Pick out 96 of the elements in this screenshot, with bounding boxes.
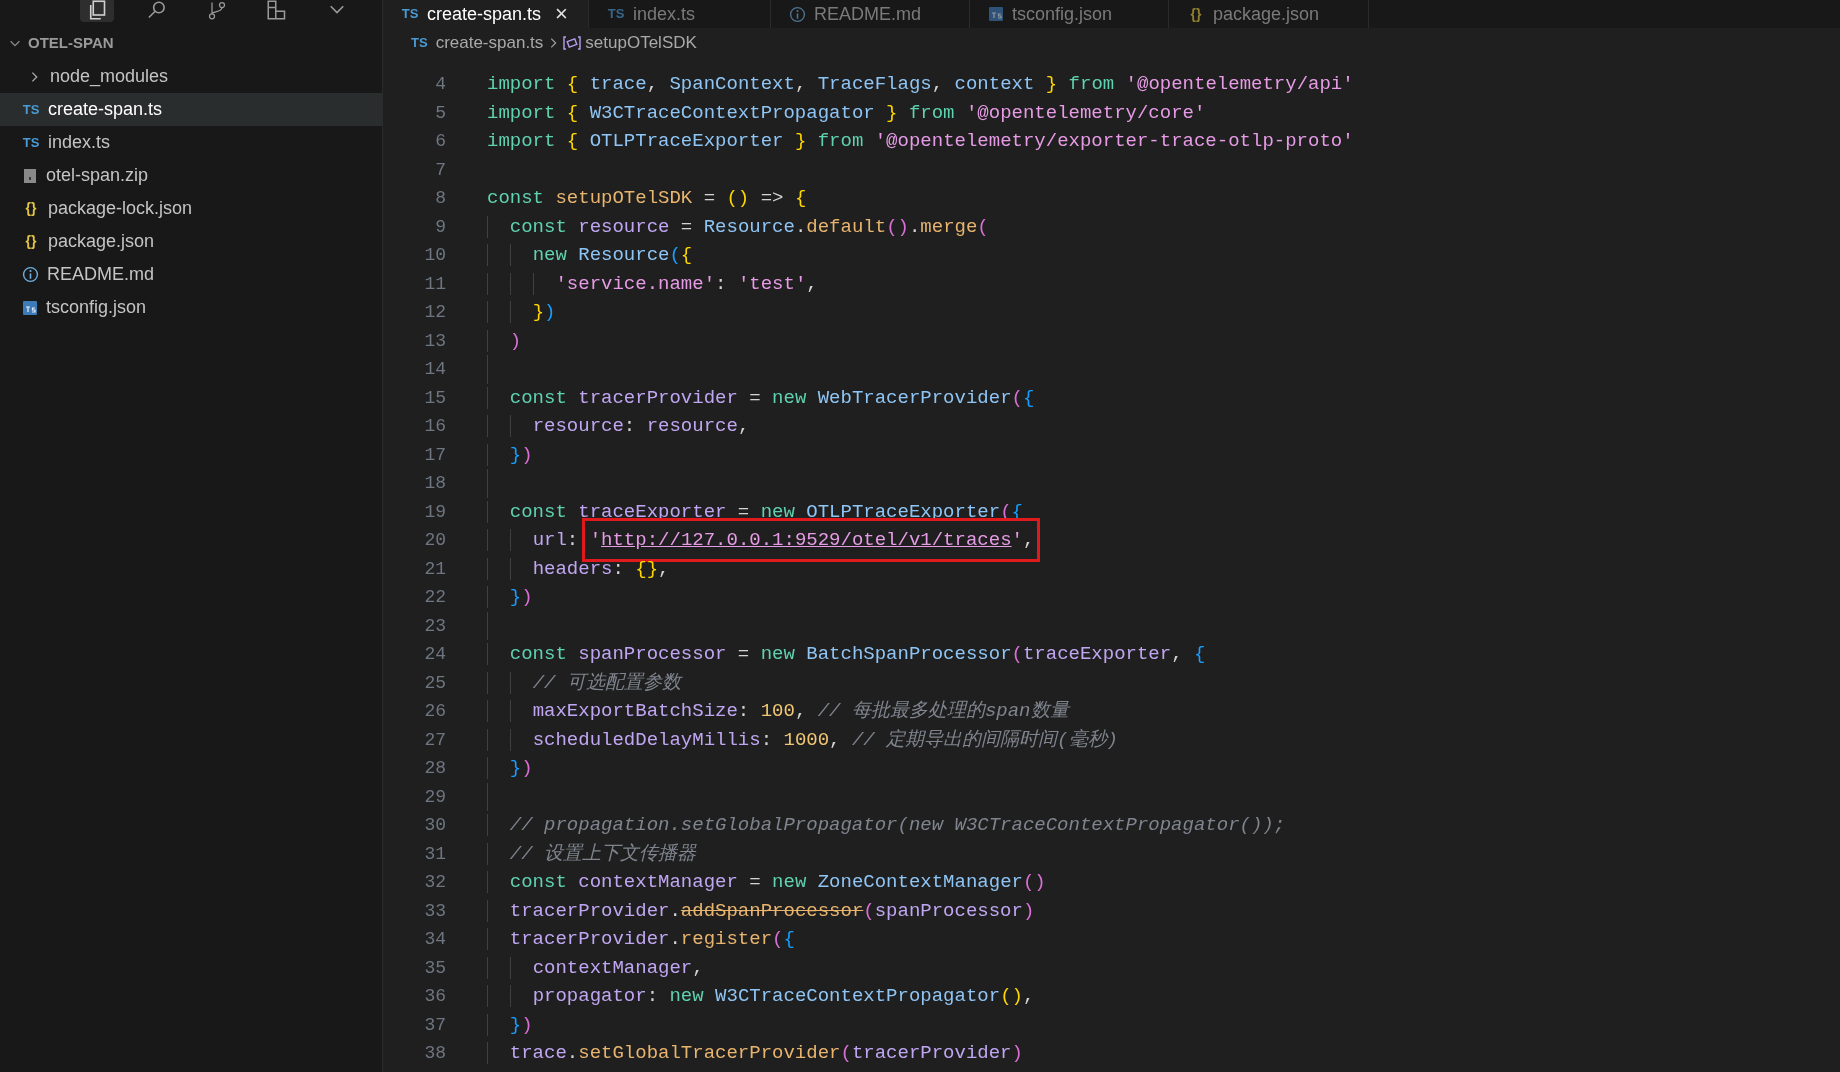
line-number: 11	[423, 272, 446, 296]
code-line: contextManager,	[487, 956, 704, 979]
json-icon: {}	[22, 231, 40, 252]
line-number: 36	[423, 985, 446, 1008]
config-file-icon	[988, 6, 1004, 22]
archive-icon	[22, 167, 38, 184]
info-icon	[789, 5, 806, 23]
typescript-icon: TS	[411, 33, 428, 53]
json-icon: {}	[22, 198, 40, 219]
code-line: // 可选配置参数	[487, 671, 681, 694]
toolbar-button[interactable]	[80, 0, 114, 22]
line-number: 25	[423, 671, 446, 695]
line-number: 22	[423, 586, 446, 609]
config-file-icon	[22, 299, 38, 316]
line-number: 10	[423, 244, 446, 267]
line-number: 17	[423, 443, 446, 467]
code-line: propagator: new W3CTraceContextPropagator(),	[487, 985, 1035, 1007]
line-number: 24	[423, 643, 446, 666]
info-icon	[22, 266, 39, 283]
line-number: 6	[434, 130, 446, 153]
line-number: 33	[423, 899, 446, 923]
line-number: 35	[423, 956, 446, 980]
code-line: new Resource({	[487, 244, 693, 266]
typescript-icon: TS	[22, 132, 40, 153]
file-item[interactable]: node_modules	[0, 60, 382, 93]
code-line: })	[487, 301, 556, 323]
code-line: const contextManager = new ZoneContextManager()	[487, 871, 1046, 893]
line-number: 21	[423, 557, 446, 581]
file-item[interactable]: {} package-lock.json	[0, 192, 382, 225]
file-item[interactable]: README.md	[0, 258, 382, 291]
line-number: 4	[434, 73, 446, 96]
line-number: 5	[434, 101, 446, 125]
symbol-icon	[563, 35, 582, 51]
line-number: 29	[423, 785, 446, 809]
line-number: 7	[434, 158, 446, 182]
line-number: 16	[423, 415, 446, 438]
code-line: resource: resource,	[487, 415, 750, 437]
code-line: import { W3CTraceContextPropagator } from '@opentelemetry/core'	[487, 101, 1206, 124]
line-number: 34	[423, 928, 446, 951]
line-number: 8	[434, 187, 446, 210]
code-line: tracerProvider.addSpanProcessor(spanProcessor)	[487, 899, 1035, 922]
file-item[interactable]: otel-span.zip	[0, 159, 382, 192]
line-number: 37	[423, 1013, 446, 1037]
code-line: trace.setGlobalTracerProvider(tracerProvider)	[487, 1042, 1023, 1064]
code-line: // propagation.setGlobalPropagator(new W3CTraceContextPropagator());	[487, 814, 1286, 836]
typescript-icon: TS	[22, 99, 40, 120]
typescript-icon: TS	[607, 4, 625, 24]
line-number: 18	[423, 472, 446, 495]
close-button[interactable]: ×	[555, 3, 568, 25]
code-line: const spanProcessor = new BatchSpanProcessor(traceExporter, {	[487, 643, 1206, 665]
code-line: })	[487, 757, 533, 779]
code-line: const setupOTelSDK = () => {	[487, 187, 807, 209]
line-number: 12	[423, 301, 446, 324]
extensions-icon	[267, 0, 287, 20]
code-line: headers: {},	[487, 557, 670, 580]
code-line: )	[487, 329, 522, 352]
editor-tab[interactable]: TS create-span.ts ×	[383, 0, 589, 28]
file-item[interactable]: tsconfig.json	[0, 291, 382, 324]
file-item[interactable]: {} package.json	[0, 225, 382, 258]
breadcrumb-item[interactable]: create-span.ts	[435, 30, 544, 56]
code-line: scheduledDelayMillis: 1000, // 定期导出的间隔时间(毫秒)	[487, 728, 1118, 751]
line-number: 27	[423, 728, 446, 752]
code-line: })	[487, 443, 533, 466]
code-line: 'service.name': 'test',	[487, 272, 818, 295]
file-item[interactable]: TS index.ts	[0, 126, 382, 159]
search-icon	[147, 0, 167, 20]
json-icon: {}	[1187, 3, 1205, 25]
line-number: 13	[423, 329, 446, 353]
line-number: 32	[423, 871, 446, 894]
code-line: const resource = Resource.default().merge(	[487, 215, 989, 238]
line-number: 31	[423, 842, 446, 866]
line-number: 15	[423, 386, 446, 410]
code-line: // 设置上下文传播器	[487, 842, 697, 865]
file-item[interactable]: TS create-span.ts	[0, 93, 382, 126]
code-line: maxExportBatchSize: 100, // 每批最多处理的span数量	[487, 700, 1069, 722]
code-line: })	[487, 1013, 533, 1036]
line-number: 38	[423, 1042, 446, 1065]
breadcrumb-item[interactable]: setupOTelSDK	[585, 30, 697, 56]
line-number: 19	[423, 500, 446, 524]
line-number: 20	[423, 529, 446, 552]
line-number: 23	[423, 614, 446, 638]
typescript-icon: TS	[401, 4, 419, 24]
line-number: 26	[423, 700, 446, 723]
code-line: tracerProvider.register({	[487, 928, 795, 950]
code-line: const tracerProvider = new WebTracerProvider({	[487, 386, 1035, 409]
line-number: 9	[434, 215, 446, 239]
explorer-title: OTEL-SPAN	[28, 32, 114, 53]
code-line: })	[487, 586, 533, 608]
files-icon	[87, 0, 107, 20]
code-line: import { OTLPTraceExporter } from '@opentelemetry/exporter-trace-otlp-proto'	[487, 130, 1354, 152]
branch-icon	[207, 0, 227, 20]
code-line: url: 'http://127.0.0.1:9529/otel/v1/traces',	[487, 529, 1035, 551]
line-number: 14	[423, 358, 446, 381]
line-number: 30	[423, 814, 446, 837]
line-number: 28	[423, 757, 446, 780]
code-line: import { trace, SpanContext, TraceFlags, context } from '@opentelemetry/api'	[487, 73, 1354, 95]
